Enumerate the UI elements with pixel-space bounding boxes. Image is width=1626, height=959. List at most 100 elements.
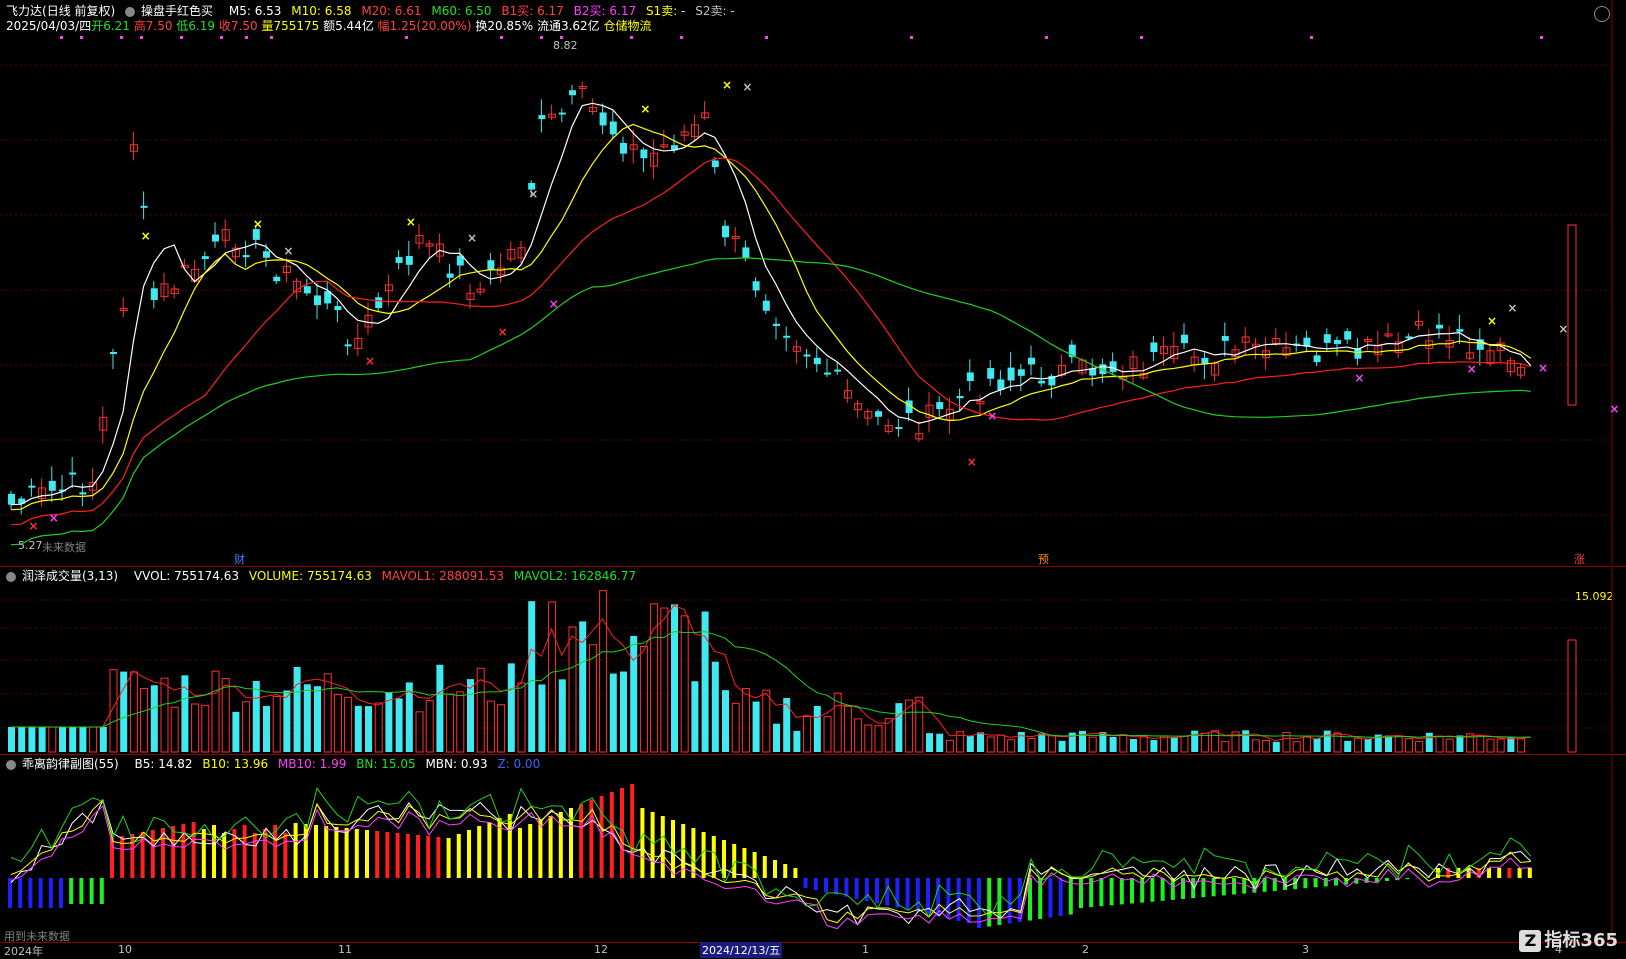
osc-bar	[181, 824, 185, 878]
osc-bar	[1161, 878, 1165, 901]
osc-bar	[1099, 878, 1103, 906]
time-label-dec: 12	[594, 943, 608, 956]
osc-bar	[1507, 868, 1511, 878]
osc-bar	[1120, 878, 1124, 904]
osc-bar	[875, 878, 879, 903]
osc-bar	[375, 831, 379, 878]
crosshair-date: 2024/12/13/五	[700, 942, 782, 958]
osc-bar	[630, 784, 634, 878]
time-label-2024: 2024年	[4, 943, 43, 959]
osc-bar	[100, 878, 104, 904]
osc-bar	[804, 878, 808, 888]
oscillator-chart[interactable]	[0, 0, 1626, 958]
osc-bar	[906, 878, 910, 910]
osc-bar	[426, 836, 430, 878]
osc-bar	[467, 830, 471, 878]
osc-bar	[518, 828, 522, 878]
osc-bar	[1518, 868, 1522, 878]
osc-bar	[355, 829, 359, 878]
osc-bar	[39, 878, 43, 908]
osc-bar	[457, 834, 461, 878]
osc-bar	[314, 825, 318, 878]
osc-bar	[416, 835, 420, 878]
osc-bar	[1079, 878, 1083, 908]
osc-bar	[620, 788, 624, 878]
osc-bar	[365, 830, 369, 878]
osc-bar	[1130, 878, 1134, 904]
osc-bar	[212, 825, 216, 878]
osc-bar	[477, 826, 481, 878]
osc-bar	[722, 840, 726, 878]
osc-bar	[222, 833, 226, 878]
osc-bar	[1426, 877, 1430, 878]
osc-bar	[1212, 878, 1216, 896]
osc-bar	[1497, 868, 1501, 878]
osc-bar	[1059, 878, 1063, 916]
osc-bar	[691, 828, 695, 878]
brand-logo: Z指标365	[1519, 926, 1618, 952]
osc-bar	[151, 830, 155, 878]
osc-bar	[763, 856, 767, 878]
osc-bar	[294, 823, 298, 878]
osc-bar	[538, 820, 542, 878]
osc-bar	[579, 804, 583, 878]
osc-bar	[487, 822, 491, 878]
osc-bar	[834, 878, 838, 895]
osc-bar	[916, 878, 920, 912]
osc-bar	[436, 837, 440, 878]
mb10-line	[11, 806, 1531, 929]
osc-bar	[702, 832, 706, 878]
osc-bar	[640, 808, 644, 878]
osc-bar	[1375, 878, 1379, 882]
osc-bar	[120, 836, 124, 878]
osc-bar	[1140, 878, 1144, 903]
osc-bar	[661, 816, 665, 878]
osc-bar	[385, 832, 389, 878]
osc-bar	[90, 878, 94, 904]
osc-bar	[855, 878, 859, 899]
osc-bar	[345, 828, 349, 878]
osc-bar	[793, 868, 797, 878]
osc-bar	[1242, 878, 1246, 894]
brand-logo-icon: Z	[1519, 930, 1541, 952]
osc-bar	[1385, 878, 1389, 881]
b5-line	[11, 800, 1531, 925]
osc-bar	[559, 812, 563, 878]
osc-bar	[1110, 878, 1114, 905]
time-label-oct: 10	[118, 943, 132, 956]
osc-bar	[406, 834, 410, 878]
osc-bar	[59, 878, 63, 908]
osc-bar	[79, 878, 83, 904]
osc-bar	[171, 826, 175, 878]
time-label-mar: 3	[1302, 943, 1309, 956]
osc-bar	[1150, 878, 1154, 902]
b10-line	[11, 800, 1531, 923]
osc-bar	[549, 816, 553, 878]
osc-bar	[773, 860, 777, 878]
osc-bar	[396, 833, 400, 878]
osc-bar	[28, 878, 32, 908]
osc-bar	[49, 878, 53, 908]
osc-bar	[753, 852, 757, 878]
osc-bar	[1048, 878, 1052, 918]
osc-bar	[651, 812, 655, 878]
osc-bar	[844, 878, 848, 897]
osc-bar	[324, 826, 328, 878]
osc-bar	[243, 825, 247, 878]
osc-bar	[1405, 878, 1409, 879]
osc-bar	[447, 838, 451, 878]
osc-bar	[18, 878, 22, 908]
osc-bar	[334, 827, 338, 878]
osc-bar	[1324, 878, 1328, 886]
time-label-feb: 2	[1082, 943, 1089, 956]
osc-bar	[824, 878, 828, 892]
osc-bar	[1528, 868, 1532, 878]
osc-bar	[283, 833, 287, 878]
osc-bar	[977, 878, 981, 928]
osc-bar	[1232, 878, 1236, 895]
time-label-jan: 1	[862, 943, 869, 956]
osc-bar	[783, 864, 787, 878]
osc-bar	[814, 878, 818, 890]
time-axis-line	[0, 942, 1626, 943]
osc-bar	[192, 822, 196, 878]
